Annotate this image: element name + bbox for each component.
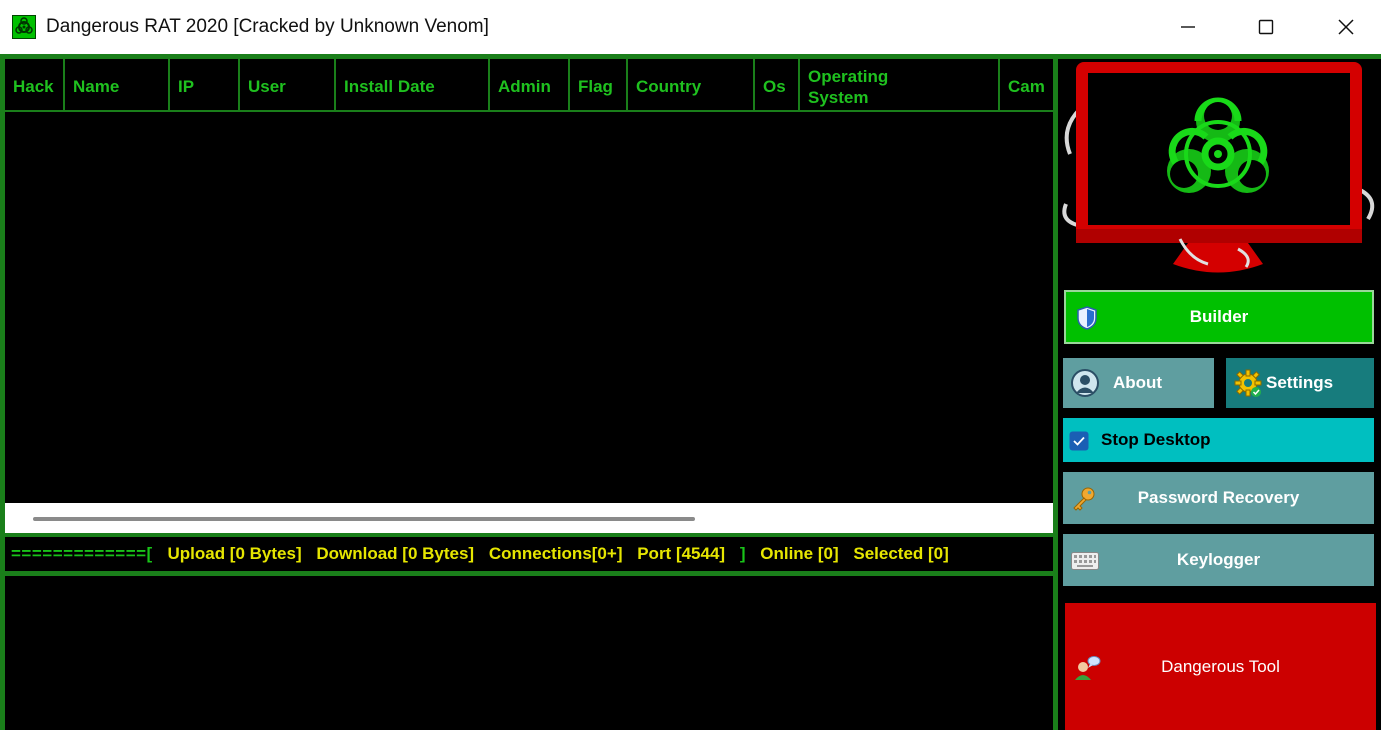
table-header: Hack Name IP User Install Date Admin Fla… [5, 59, 1053, 112]
builder-label: Builder [1189, 307, 1249, 326]
builder-button[interactable]: Builder [1064, 290, 1374, 344]
about-button[interactable]: About [1063, 358, 1214, 408]
clients-table[interactable]: Hack Name IP User Install Date Admin Fla… [5, 59, 1053, 533]
column-header-flag[interactable]: Flag [570, 59, 628, 110]
status-selected: Selected [0] [853, 544, 949, 563]
column-header-os[interactable]: Os [755, 59, 800, 110]
column-header-country[interactable]: Country [628, 59, 755, 110]
table-horizontal-scrollbar[interactable] [5, 503, 1053, 533]
minimize-icon [1181, 26, 1195, 28]
biohazard-monitor-image [1058, 59, 1381, 278]
status-port: Port [4544] [637, 544, 726, 563]
dangerous-tool-button[interactable]: Dangerous Tool [1065, 603, 1376, 730]
column-header-ip[interactable]: IP [170, 59, 240, 110]
close-button[interactable] [1326, 8, 1366, 46]
window-title: Dangerous RAT 2020 [Cracked by Unknown V… [46, 16, 489, 37]
keylogger-label: Keylogger [1176, 550, 1261, 569]
status-upload: Upload [0 Bytes] [167, 544, 302, 563]
column-header-user[interactable]: User [240, 59, 336, 110]
minimize-button[interactable] [1168, 8, 1208, 46]
log-panel[interactable] [5, 576, 1053, 730]
maximize-icon [1258, 19, 1274, 35]
maximize-button[interactable] [1246, 8, 1286, 46]
status-download: Download [0 Bytes] [316, 544, 475, 563]
column-header-operating-system[interactable]: Operating System [800, 59, 1000, 110]
status-bar: =============[ Upload [0 Bytes] Download… [5, 537, 1053, 571]
status-online: Online [0] [760, 544, 839, 563]
gear-icon [1234, 369, 1262, 397]
password-recovery-button[interactable]: Password Recovery [1063, 472, 1374, 524]
scrollbar-thumb[interactable] [33, 517, 695, 521]
column-header-name[interactable]: Name [65, 59, 170, 110]
keylogger-button[interactable]: Keylogger [1063, 534, 1374, 586]
title-bar: Dangerous RAT 2020 [Cracked by Unknown V… [0, 0, 1381, 54]
column-header-hack[interactable]: Hack [5, 59, 65, 110]
dangerous-tool-label: Dangerous Tool [1161, 656, 1280, 676]
about-label: About [1113, 373, 1163, 392]
status-connections: Connections[0+] [488, 544, 623, 563]
password-recovery-label: Password Recovery [1137, 488, 1300, 507]
close-icon [1338, 19, 1354, 35]
user-icon [1071, 369, 1099, 397]
settings-button[interactable]: Settings [1226, 358, 1374, 408]
column-header-cam[interactable]: Cam [1000, 59, 1053, 110]
user-chat-icon [1075, 656, 1101, 680]
column-header-install-date[interactable]: Install Date [336, 59, 490, 110]
stop-desktop-checkbox[interactable]: Stop Desktop [1063, 418, 1374, 462]
shield-icon [1077, 306, 1097, 330]
status-bracket: ] [739, 544, 746, 563]
stop-desktop-label: Stop Desktop [1101, 430, 1211, 449]
key-icon [1073, 487, 1095, 511]
status-separator: =============[ [11, 544, 153, 563]
checkbox-checked-icon[interactable] [1069, 431, 1089, 451]
settings-label: Settings [1266, 373, 1334, 392]
column-header-admin[interactable]: Admin [490, 59, 570, 110]
keyboard-icon [1071, 552, 1099, 570]
app-biohazard-icon [12, 15, 36, 39]
